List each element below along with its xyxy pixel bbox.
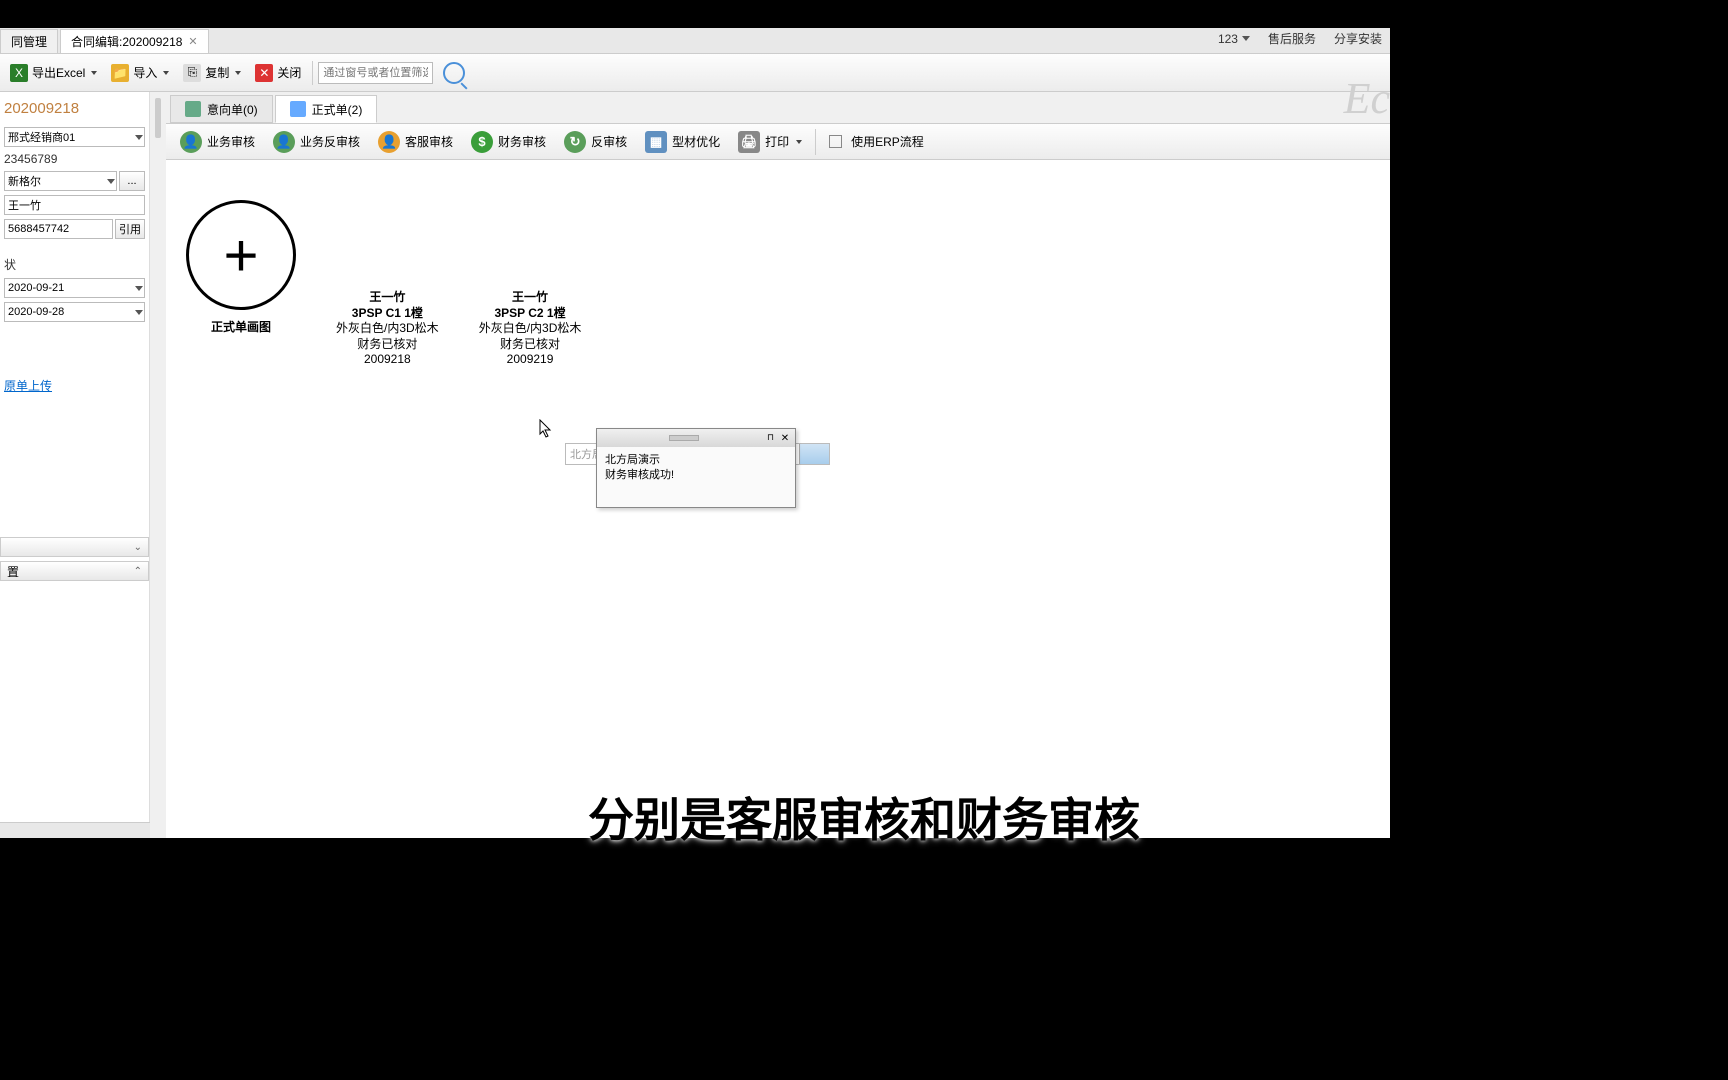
excel-icon: X (10, 64, 28, 82)
tab-intent-orders[interactable]: 意向单(0) (170, 95, 273, 123)
order-item-2[interactable]: 王一竹 3PSP C2 1樘 外灰白色/内3D松木 财务已核对 2009219 (479, 290, 582, 368)
splitter-grip (155, 98, 161, 138)
chevron-down-icon (91, 71, 97, 75)
popup-line2: 财务审核成功! (605, 468, 787, 483)
date1-input[interactable] (4, 278, 145, 298)
tab-contract-manage[interactable]: 同管理 (0, 29, 58, 53)
copy-icon: ⎘ (183, 64, 201, 82)
splitter[interactable] (150, 92, 166, 838)
content-tabs: 意向单(0) 正式单(2) (166, 92, 1390, 124)
reverse-audit-button[interactable]: ↻ 反审核 (556, 128, 635, 156)
copy-button[interactable]: ⎘ 复制 (177, 61, 247, 85)
tab-formal-orders[interactable]: 正式单(2) (275, 95, 378, 123)
chevron-down-icon (163, 71, 169, 75)
close-icon[interactable]: ✕ (779, 432, 791, 444)
formal-icon (290, 101, 306, 117)
use-erp-checkbox[interactable]: 使用ERP流程 (821, 130, 932, 153)
popup-line1: 北方局演示 (605, 453, 787, 468)
add-formal-order-button[interactable]: + 正式单画图 (186, 200, 296, 335)
popup-body: 北方局演示 财务审核成功! (597, 447, 795, 490)
tab-contract-edit[interactable]: 合同编辑:202009218 ✕ (60, 29, 209, 53)
popup-titlebar[interactable]: ⊓ ✕ (597, 429, 795, 447)
chevron-down-icon (107, 179, 115, 184)
pin-icon[interactable]: ⊓ (767, 432, 775, 444)
chevron-down-icon (135, 286, 143, 291)
close-icon[interactable]: ✕ (188, 35, 197, 48)
finance-audit-button[interactable]: $ 财务审核 (463, 128, 554, 156)
grid-icon: ▦ (645, 131, 667, 153)
watermark: Ec (1344, 73, 1390, 124)
user-name: 123 (1218, 32, 1238, 46)
separator (815, 129, 816, 155)
export-excel-button[interactable]: X 导出Excel (4, 61, 103, 85)
upload-link[interactable]: 原单上传 (0, 374, 149, 397)
biz-audit-button[interactable]: 👤 业务审核 (172, 128, 263, 156)
person-arrow-icon: 👤 (273, 131, 295, 153)
phone2-input[interactable] (4, 219, 113, 239)
plus-icon: + (186, 200, 296, 310)
action-bar: 👤 业务审核 👤 业务反审核 👤 客服审核 $ 财务审核 ↻ 反审核 (166, 124, 1390, 160)
person-orange-icon: 👤 (378, 131, 400, 153)
notification-popup: ⊓ ✕ 北方局演示 财务审核成功! (596, 428, 796, 508)
print-button[interactable]: 🖨 打印 (730, 128, 810, 156)
main-toolbar: X 导出Excel 📁 导入 ⎘ 复制 ✕ 关闭 (0, 54, 1390, 92)
phone1-text: 23456789 (0, 149, 149, 169)
refresh-icon: ↻ (564, 131, 586, 153)
printer-icon: 🖨 (738, 131, 760, 153)
chevron-down-icon (135, 310, 143, 315)
user-dropdown[interactable]: 123 (1218, 32, 1250, 46)
chevron-down-icon (1242, 36, 1250, 41)
chevron-up-icon: ⌃ (134, 566, 142, 577)
video-subtitle: 分别是客服审核和财务审核 (0, 784, 1728, 850)
date2-input[interactable] (4, 302, 145, 322)
document-tab-strip: 同管理 合同编辑:202009218 ✕ (0, 28, 1390, 54)
contract-id: 202009218 (0, 92, 149, 125)
chevron-down-icon: ⌄ (134, 542, 142, 553)
dollar-icon: $ (471, 131, 493, 153)
filter-input[interactable] (318, 62, 433, 84)
separator (312, 61, 313, 85)
grip-icon (669, 435, 699, 441)
chevron-down-icon (235, 71, 241, 75)
close-button[interactable]: ✕ 关闭 (249, 61, 307, 85)
folder-icon: 📁 (111, 64, 129, 82)
close-icon: ✕ (255, 64, 273, 82)
panel-section-2[interactable]: 置 ⌃ (0, 561, 149, 581)
bg-input-button (799, 444, 829, 464)
profile-optimize-button[interactable]: ▦ 型材优化 (637, 128, 728, 156)
chevron-down-icon (135, 135, 143, 140)
import-button[interactable]: 📁 导入 (105, 61, 175, 85)
intent-icon (185, 101, 201, 117)
biz-reverse-audit-button[interactable]: 👤 业务反审核 (265, 128, 368, 156)
panel-section-1[interactable]: ⌄ (0, 537, 149, 557)
cs-audit-button[interactable]: 👤 客服审核 (370, 128, 461, 156)
after-service-link[interactable]: 售后服务 (1268, 30, 1316, 47)
order-item-1[interactable]: 王一竹 3PSP C1 1樘 外灰白色/内3D松木 财务已核对 2009218 (336, 290, 439, 368)
share-install-link[interactable]: 分享安装 (1334, 30, 1382, 47)
customer-input[interactable] (4, 195, 145, 215)
search-icon[interactable] (443, 62, 465, 84)
state-label: 状 (0, 253, 149, 276)
person-check-icon: 👤 (180, 131, 202, 153)
brand-select[interactable] (4, 171, 117, 191)
brand-more-button[interactable]: ... (119, 171, 145, 191)
quote-button[interactable]: 引用 (115, 219, 145, 239)
left-panel: 202009218 23456789 ... 引用 状 (0, 92, 150, 838)
checkbox-icon (829, 135, 842, 148)
dealer-select[interactable] (4, 127, 145, 147)
chevron-down-icon (796, 140, 802, 144)
